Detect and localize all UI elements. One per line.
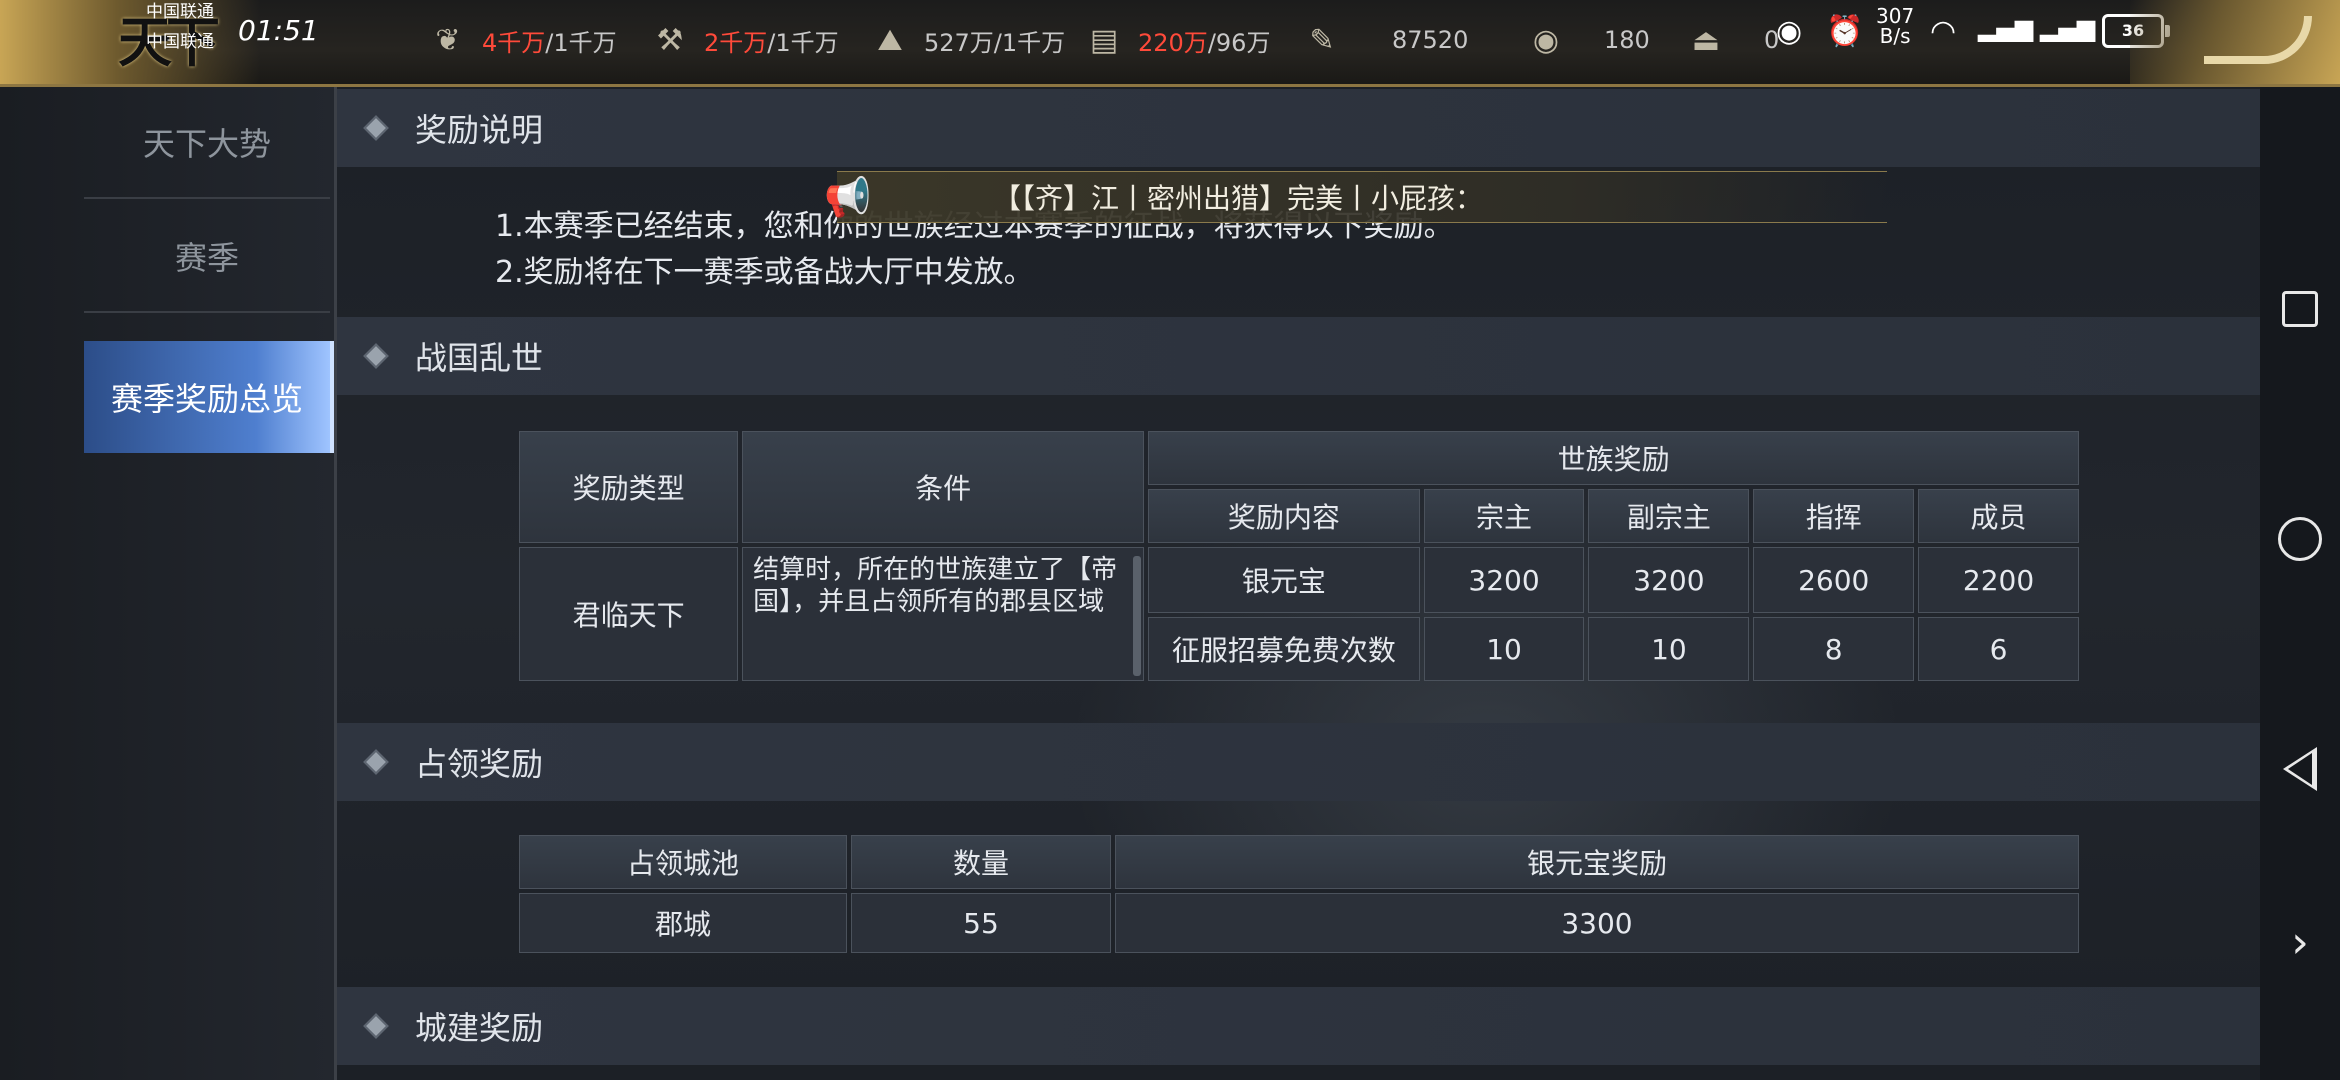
- section-header-build: 城建奖励: [337, 987, 2260, 1065]
- resource-cap: 180: [1604, 26, 1650, 54]
- header-condition: 条件: [742, 431, 1145, 543]
- stone-icon: ⛰: [877, 22, 903, 58]
- reward-value-cell: 6: [1918, 617, 2079, 681]
- broadcast-banner[interactable]: 📢 【【齐】江丨密州出猎】完美丨小屁孩：: [824, 171, 1887, 223]
- table-row: 君临天下 结算时，所在的世族建立了【帝国】，并且占领所有的郡县区域 银元宝 32…: [519, 547, 2079, 681]
- resource-coin[interactable]: ◉ 180: [1526, 20, 1650, 60]
- reward-value-cell: 8: [1753, 617, 1915, 681]
- resource-cap: /1千万: [545, 28, 617, 57]
- carrier-label-2: 中国联通: [146, 32, 214, 52]
- corner-decoration: [2130, 0, 2340, 84]
- resource-scroll[interactable]: ✎ 87520: [1302, 20, 1468, 60]
- section-header-occupy: 占领奖励: [337, 723, 2260, 801]
- carrier-label-1: 中国联通: [146, 2, 214, 22]
- system-navigation-bar: ›: [2260, 87, 2340, 1080]
- resource-iron[interactable]: ▤ 220万 /96万: [1084, 20, 1271, 60]
- diamond-icon: [363, 1013, 389, 1039]
- header-role-member: 成员: [1918, 489, 2079, 543]
- resource-ingot[interactable]: ⏏ 0: [1686, 20, 1779, 60]
- section-title: 占领奖励: [415, 745, 544, 783]
- clock: 01:51: [238, 14, 319, 47]
- reward-value-cell: 3200: [1588, 547, 1750, 613]
- sidebar-item-season-rewards[interactable]: 赛季奖励总览: [84, 341, 334, 453]
- resource-cap: 527万/1千万: [924, 28, 1066, 57]
- resource-grain[interactable]: ❦ 4千万 /1千万: [428, 20, 617, 60]
- warring-reward-table: 奖励类型 条件 世族奖励 奖励内容 宗主 副宗主 指挥 成员 君临天下 结算时，…: [515, 427, 2083, 685]
- home-button[interactable]: [2278, 517, 2322, 561]
- reward-value-cell: 3200: [1423, 547, 1585, 613]
- diamond-icon: [363, 343, 389, 369]
- header-reward-content: 奖励内容: [1148, 489, 1420, 543]
- sidebar-item-season[interactable]: 赛季: [84, 201, 330, 313]
- header-occupied-city: 占领城池: [519, 835, 847, 889]
- grain-icon: ❦: [435, 22, 461, 58]
- occupy-reward-table: 占领城池 数量 银元宝奖励 郡城 55 3300: [515, 831, 2083, 957]
- condition-cell[interactable]: 结算时，所在的世族建立了【帝国】，并且占领所有的郡县区域: [742, 547, 1145, 681]
- resource-cap: /1千万: [767, 28, 839, 57]
- silver-reward-cell: 3300: [1115, 893, 2079, 953]
- wood-icon: ⚒: [656, 22, 684, 58]
- signal-1-icon: ▂▄▆: [1978, 14, 2034, 42]
- city-cell: 郡城: [519, 893, 847, 953]
- wifi-icon: ◠: [1930, 14, 1957, 49]
- eye-icon: ◉: [1776, 14, 1803, 49]
- circle-icon: [2278, 517, 2322, 561]
- square-icon: [2282, 291, 2318, 327]
- back-button[interactable]: [2278, 747, 2322, 791]
- reward-value-cell: 2200: [1918, 547, 2079, 613]
- header-reward-type: 奖励类型: [519, 431, 739, 543]
- section-title: 奖励说明: [415, 111, 544, 149]
- header-silver-reward: 银元宝奖励: [1115, 835, 2079, 889]
- resource-stone[interactable]: ⛰ 527万/1千万: [870, 20, 1065, 60]
- reward-value-cell: 2600: [1753, 547, 1915, 613]
- table-row: 郡城 55 3300: [519, 893, 2079, 953]
- reward-type-cell: 君临天下: [519, 547, 739, 681]
- section-header-warring: 战国乱世: [337, 317, 2260, 395]
- reward-name-cell: 银元宝: [1148, 547, 1420, 613]
- resource-cap: 87520: [1392, 26, 1469, 54]
- header-role-commander: 指挥: [1753, 489, 1915, 543]
- coin-icon: ◉: [1532, 22, 1560, 58]
- reward-value-cell: 10: [1588, 617, 1750, 681]
- net-speed-unit: B/s: [1879, 24, 1911, 48]
- alarm-icon: ⏰: [1826, 14, 1864, 49]
- condition-text: 结算时，所在的世族建立了【帝国】，并且占领所有的郡县区域: [753, 555, 1118, 617]
- left-sidebar: 天下大势 赛季 赛季奖励总览: [0, 87, 337, 1080]
- section-title: 战国乱世: [415, 339, 544, 377]
- reward-value-cell: 10: [1423, 617, 1585, 681]
- main-content[interactable]: 奖励说明 1.本赛季已经结束，您和你的世族经过本赛季的征战，将获得以下奖励。 2…: [337, 87, 2260, 1080]
- diamond-icon: [363, 115, 389, 141]
- reward-name-cell: 征服招募免费次数: [1148, 617, 1420, 681]
- chevron-right-icon: ›: [2291, 917, 2309, 968]
- megaphone-icon: 📢: [824, 174, 872, 219]
- reward-desc-line-2: 2.奖励将在下一赛季或备战大厅中发放。: [495, 255, 1034, 290]
- net-speed: 307 B/s: [1876, 6, 1914, 46]
- ingot-icon: ⏏: [1691, 22, 1721, 58]
- quantity-cell: 55: [851, 893, 1111, 953]
- header-clan-reward: 世族奖励: [1148, 431, 2079, 485]
- resource-cap: /96万: [1207, 28, 1271, 57]
- signal-2-icon: ▂▄▆: [2040, 14, 2096, 42]
- resource-wood[interactable]: ⚒ 2千万 /1千万: [650, 20, 839, 60]
- section-header-reward-desc: 奖励说明: [337, 89, 2260, 167]
- iron-icon: ▤: [1089, 22, 1119, 58]
- resource-current: 4千万: [482, 28, 546, 57]
- diamond-icon: [363, 749, 389, 775]
- section-title: 城建奖励: [415, 1009, 544, 1047]
- sidebar-item-world-trend[interactable]: 天下大势: [84, 87, 330, 199]
- expand-button[interactable]: ›: [2278, 921, 2322, 965]
- recents-button[interactable]: [2278, 287, 2322, 331]
- header-quantity: 数量: [851, 835, 1111, 889]
- resource-current: 2千万: [704, 28, 768, 57]
- header-role-vice-leader: 副宗主: [1588, 489, 1750, 543]
- resource-current: 220万: [1138, 28, 1208, 57]
- net-speed-value: 307: [1876, 4, 1915, 28]
- scroll-icon: ✎: [1309, 22, 1335, 58]
- header-role-leader: 宗主: [1423, 489, 1585, 543]
- curl-ornament-icon: [2204, 16, 2312, 64]
- triangle-back-icon: [2283, 747, 2317, 791]
- top-resource-bar: 天下 中国联通 中国联通 01:51 ❦ 4千万 /1千万 ⚒ 2千万 /1千万…: [0, 0, 2340, 87]
- broadcast-message: 【【齐】江丨密州出猎】完美丨小屁孩：: [993, 182, 1484, 215]
- condition-scrollbar[interactable]: [1133, 556, 1142, 676]
